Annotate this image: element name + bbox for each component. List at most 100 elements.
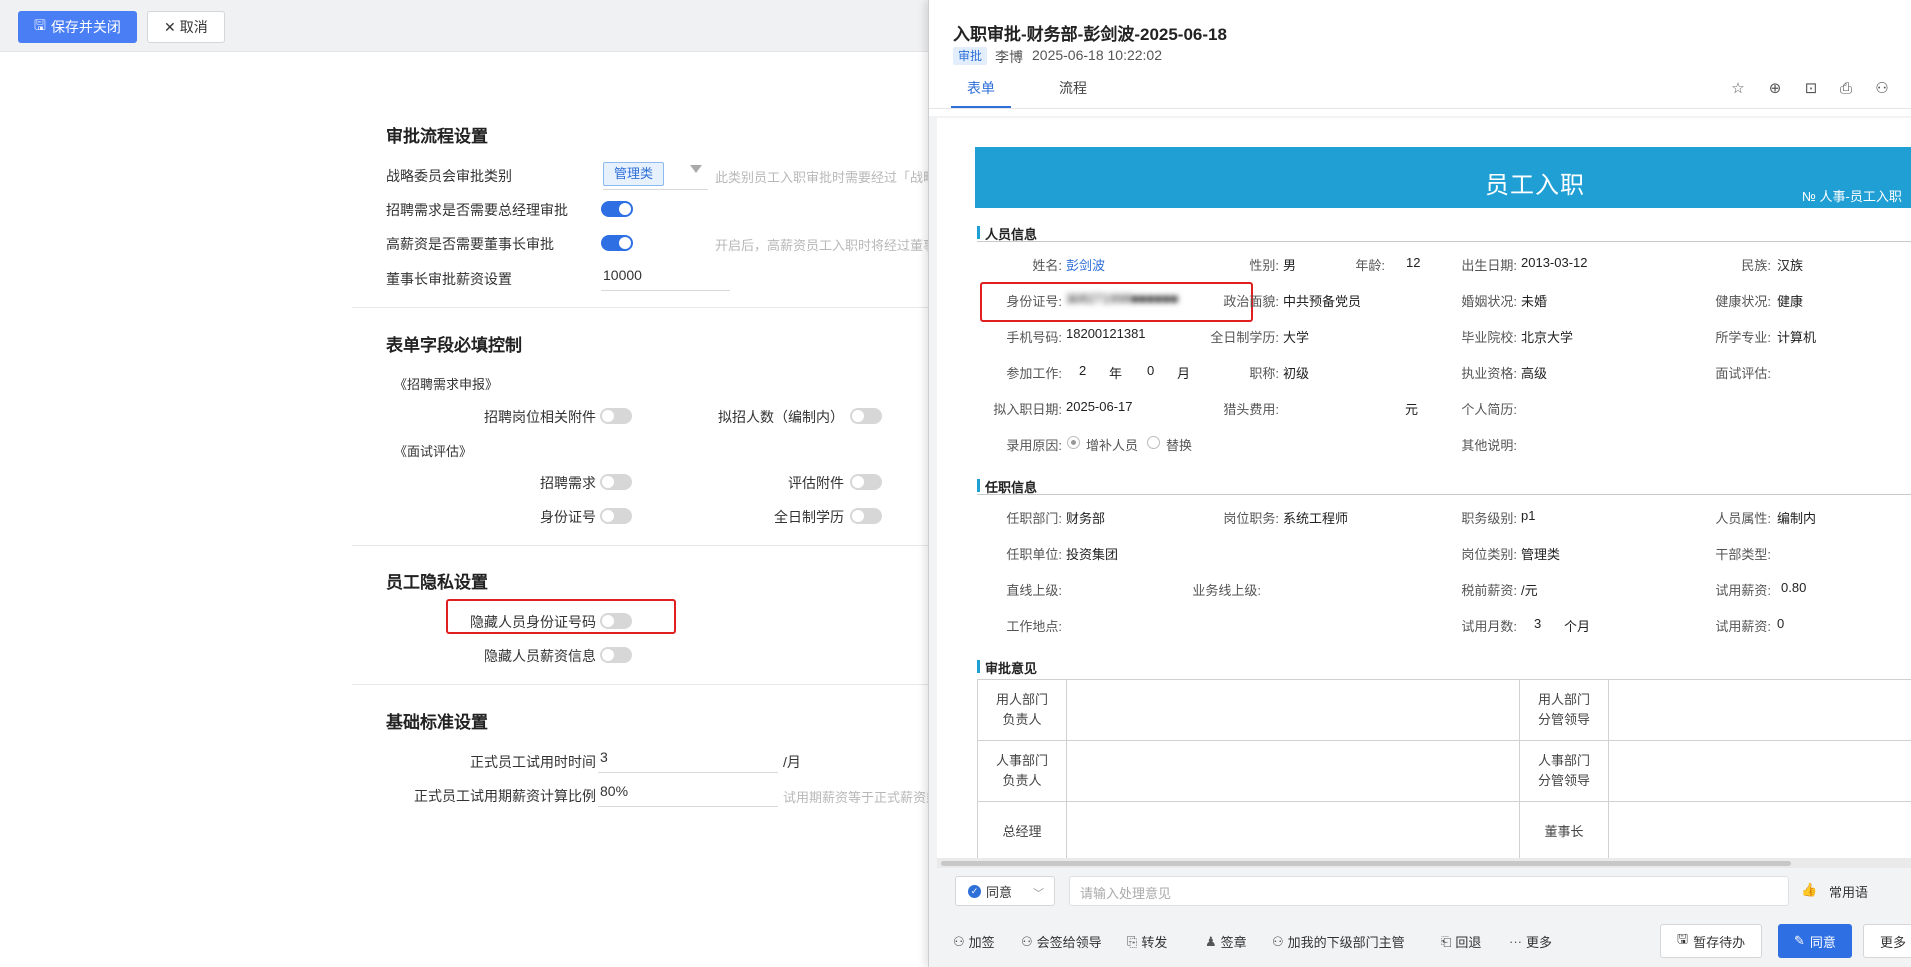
trial-months-unit: 个月 xyxy=(1564,619,1591,634)
hide-salary-toggle[interactable] xyxy=(600,647,632,663)
recruit-need-toggle[interactable] xyxy=(600,474,632,490)
table-row: 总经理 董事长 xyxy=(977,801,1911,858)
id-number-toggle[interactable] xyxy=(600,508,632,524)
work-years-unit: 年 xyxy=(1109,366,1123,381)
people-icon: ⚇ xyxy=(1021,933,1033,949)
high-salary-toggle[interactable] xyxy=(601,235,633,251)
id-label: 身份证号: xyxy=(1006,294,1062,309)
divider xyxy=(352,545,928,546)
target-icon[interactable]: ⊕ xyxy=(1766,80,1784,98)
close-icon: ✕ xyxy=(164,18,176,35)
opinion-cell[interactable] xyxy=(1066,679,1520,741)
trial-salary2-label: 试用薪资: xyxy=(1715,619,1771,634)
opinion-cell[interactable] xyxy=(1608,740,1911,802)
other-note-label: 其他说明: xyxy=(1461,438,1517,453)
probation-ratio-input[interactable]: 80% xyxy=(598,779,778,807)
countersign-button[interactable]: ⚇ 会签给领导 xyxy=(1021,932,1102,951)
cadre-label: 干部类型: xyxy=(1715,547,1771,562)
more-button[interactable]: 更多 xyxy=(1863,924,1911,958)
dept-value: 财务部 xyxy=(1066,511,1106,526)
rollback-button[interactable]: ⎗ 回退 xyxy=(1441,932,1481,951)
health-label: 健康状况: xyxy=(1715,294,1771,309)
inbox-icon[interactable]: ⊡ xyxy=(1802,80,1820,98)
high-salary-hint: 开启后，高薪资员工入职时将经过董事长审批 xyxy=(715,238,928,253)
chevron-down-icon[interactable] xyxy=(690,165,702,173)
fulltime-edu-toggle[interactable] xyxy=(850,508,882,524)
people-icon[interactable]: ⚇ xyxy=(1873,80,1891,98)
opinion-cell[interactable] xyxy=(1066,801,1520,858)
reason-option-supplement: 增补人员 xyxy=(1086,438,1139,453)
cancel-button[interactable]: ✕ 取消 xyxy=(147,11,225,43)
probation-time-unit: /月 xyxy=(783,754,801,770)
section-title-required-fields: 表单字段必填控制 xyxy=(386,336,522,355)
probation-time-input[interactable]: 3 xyxy=(598,745,778,773)
tab-form[interactable]: 表单 xyxy=(967,78,995,98)
opinion-cell[interactable] xyxy=(1608,801,1911,858)
phone-value: 18200121381 xyxy=(1066,326,1146,341)
marriage-label: 婚姻状况: xyxy=(1461,294,1517,309)
recruit-attach-label: 招聘岗位相关附件 xyxy=(484,409,596,425)
level-label: 职务级别: xyxy=(1461,511,1517,526)
save-pending-button[interactable]: 🖫 暂存待办 xyxy=(1660,924,1763,958)
politic-label: 政治面貌: xyxy=(1223,294,1279,309)
seal-button[interactable]: ♟ 签章 xyxy=(1205,932,1247,951)
common-phrase-button[interactable]: 常用语 xyxy=(1829,882,1868,901)
eval-attach-label: 评估附件 xyxy=(788,475,844,491)
chairman-salary-input[interactable]: 10000 xyxy=(601,263,730,291)
star-icon[interactable]: ☆ xyxy=(1729,80,1747,98)
opinion-cell[interactable] xyxy=(1608,679,1911,741)
section-approval-opinion: 审批意见 xyxy=(977,658,1037,677)
approval-footer: ✓ 同意 ﹀ 请输入处理意见 👍 常用语 ⚇ 加签 ⚇ 会签给领导 ⎘ 转发 ♟ 签章 … xyxy=(929,868,1911,967)
agree-button[interactable]: ✎ 同意 xyxy=(1778,924,1852,958)
recruit-attach-toggle[interactable] xyxy=(600,408,632,424)
strategy-category-label: 战略委员会审批类别 xyxy=(386,168,512,184)
age-value: 12 xyxy=(1406,255,1421,270)
name-value[interactable]: 彭剑波 xyxy=(1066,255,1105,274)
section-line xyxy=(977,241,1911,242)
politic-value: 中共预备党员 xyxy=(1283,294,1362,309)
scrollbar-thumb[interactable] xyxy=(941,861,1791,866)
group-recruit-label: 《招聘需求申报》 xyxy=(394,377,499,392)
school-value: 北京大学 xyxy=(1521,330,1574,345)
print-icon[interactable]: ⎙ xyxy=(1837,80,1855,98)
entry-form: 员工入职 № 人事-员工入职 人员信息 姓名: 彭剑波 性别: 男 年龄: 12… xyxy=(937,118,1911,858)
table-row: 人事部门 负责人 人事部门 分管领导 xyxy=(977,740,1911,802)
probation-ratio-hint: 试用期薪资等于正式薪资乘以该比例 xyxy=(783,790,928,805)
rollback-icon: ⎗ xyxy=(1441,933,1452,949)
opinion-cell[interactable] xyxy=(1066,740,1520,802)
reason-radio-replace[interactable] xyxy=(1147,436,1160,449)
edu-label: 全日制学历: xyxy=(1210,330,1279,345)
section-title-privacy: 员工隐私设置 xyxy=(386,573,488,592)
opinion-user-dept-lead: 用人部门 分管领导 xyxy=(1519,679,1609,741)
headcount-toggle[interactable] xyxy=(850,408,882,424)
eval-attach-toggle[interactable] xyxy=(850,474,882,490)
section-title-approval-flow: 审批流程设置 xyxy=(386,127,488,146)
trial-salary-value: 0.80 xyxy=(1781,580,1807,595)
add-sub-manager-button[interactable]: ⚇ 加我的下级部门主管 xyxy=(1272,932,1405,951)
title-value: 初级 xyxy=(1283,366,1310,381)
save-icon: 🖫 xyxy=(34,17,46,33)
tab-flow[interactable]: 流程 xyxy=(1059,78,1087,98)
gender-value: 男 xyxy=(1283,258,1297,273)
edu-value: 大学 xyxy=(1283,330,1310,345)
recruit-gm-label: 招聘需求是否需要总经理审批 xyxy=(386,202,568,218)
header-divider xyxy=(929,108,1911,109)
save-close-button[interactable]: 🖫 保存并关闭 xyxy=(18,11,137,43)
opinion-input[interactable]: 请输入处理意见 xyxy=(1069,876,1789,906)
marriage-value: 未婚 xyxy=(1521,294,1548,309)
settings-pane: 🖫 保存并关闭 ✕ 取消 审批流程设置 战略委员会审批类别 管理类 此类别员工入… xyxy=(0,0,928,967)
dept-label: 任职部门: xyxy=(1006,511,1062,526)
chevron-down-icon: ﹀ xyxy=(1033,888,1044,900)
decision-select[interactable]: ✓ 同意 ﹀ xyxy=(955,876,1055,906)
phone-label: 手机号码: xyxy=(1006,330,1062,345)
more-actions-button[interactable]: ··· 更多 xyxy=(1509,932,1552,951)
reason-radio-supplement[interactable] xyxy=(1067,436,1080,449)
approval-drawer: 入职审批-财务部-彭剑波-2025-06-18 审批 李博 2025-06-18… xyxy=(928,0,1911,967)
hide-id-toggle[interactable] xyxy=(600,613,632,629)
add-sign-button[interactable]: ⚇ 加签 xyxy=(953,932,995,951)
recruit-gm-toggle[interactable] xyxy=(601,201,633,217)
forward-button[interactable]: ⎘ 转发 xyxy=(1127,932,1167,951)
birth-label: 出生日期: xyxy=(1461,258,1517,273)
strategy-category-tag[interactable]: 管理类 xyxy=(603,162,665,186)
thumbs-up-icon[interactable]: 👍 xyxy=(1801,882,1817,898)
